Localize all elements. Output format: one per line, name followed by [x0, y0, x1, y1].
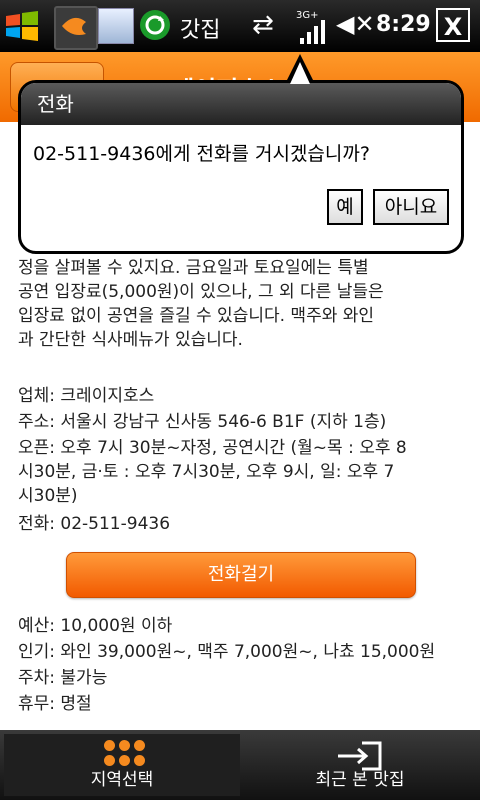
- call-button[interactable]: 전화걸기: [66, 552, 416, 598]
- dialog-title: 전화: [21, 83, 461, 125]
- paragraph-line: 공연 입장료(5,000원)이 있으나, 그 외 다른 날들은: [18, 282, 384, 302]
- close-button[interactable]: X: [436, 8, 470, 42]
- info-hours-line-2: 시30분, 금·토 : 오후 7시30분, 오후 9시, 일: 오후 7: [18, 462, 395, 482]
- signal-icon[interactable]: 3G+: [296, 6, 326, 46]
- paragraph-line: 입장료 없이 공연을 즐길 수 있습니다. 맥주와 와인: [18, 306, 375, 326]
- yes-button[interactable]: 예: [327, 189, 363, 225]
- tab-recent-label: 최근 본 맛집: [315, 770, 405, 790]
- paragraph-line: 과 간단한 식사메뉴가 있습니다.: [18, 330, 243, 350]
- dialog-message: 02-511-9436에게 전화를 거시겠습니까?: [33, 143, 370, 165]
- network-type: 3G+: [296, 10, 319, 21]
- app-icon[interactable]: [54, 6, 98, 50]
- info-business: 업체: 크레이지호스: [18, 386, 155, 406]
- info-closed: 휴무: 명절: [18, 694, 92, 714]
- tab-region-label: 지역선택: [90, 770, 154, 790]
- windows-start-icon[interactable]: [2, 6, 42, 46]
- tab-recent-places[interactable]: 최근 본 맛집: [244, 734, 476, 796]
- sync-icon[interactable]: [140, 10, 170, 40]
- status-bar: 갓집 ⇄ 3G+ ◀✕ 8:29 X: [0, 0, 480, 52]
- paragraph-line: 정을 살펴볼 수 있지요. 금요일과 토요일에는 특별: [18, 258, 369, 278]
- dialog-pointer-inner: [290, 62, 310, 84]
- window-icon[interactable]: [98, 8, 134, 44]
- clock[interactable]: 8:29: [376, 12, 431, 37]
- call-confirm-dialog: 전화 02-511-9436에게 전화를 거시겠습니까? 예 아니요: [18, 80, 464, 254]
- info-hours-line-1: 오픈: 오후 7시 30분~자정, 공연시간 (월~목 : 오후 8: [18, 438, 407, 458]
- app-title: 갓집: [180, 18, 221, 43]
- volume-icon[interactable]: ◀✕: [336, 10, 375, 38]
- info-budget: 예산: 10,000원 이하: [18, 616, 173, 636]
- no-button[interactable]: 아니요: [373, 189, 449, 225]
- bottom-tab-bar: 지역선택 최근 본 맛집: [0, 730, 480, 800]
- info-address: 주소: 서울시 강남구 신사동 546-6 B1F (지하 1층): [18, 412, 387, 432]
- tab-region-select[interactable]: 지역선택: [4, 734, 240, 796]
- info-parking: 주차: 불가능: [18, 668, 108, 688]
- info-phone: 전화: 02-511-9436: [18, 514, 171, 534]
- info-popular: 인기: 와인 39,000원~, 맥주 7,000원~, 나쵸 15,000원: [18, 642, 436, 662]
- connection-icon[interactable]: ⇄: [252, 10, 274, 40]
- info-hours-line-3: 시30분): [18, 486, 78, 506]
- description-paragraph: 정을 살펴볼 수 있지요. 금요일과 토요일에는 특별 공연 입장료(5,000…: [18, 256, 466, 352]
